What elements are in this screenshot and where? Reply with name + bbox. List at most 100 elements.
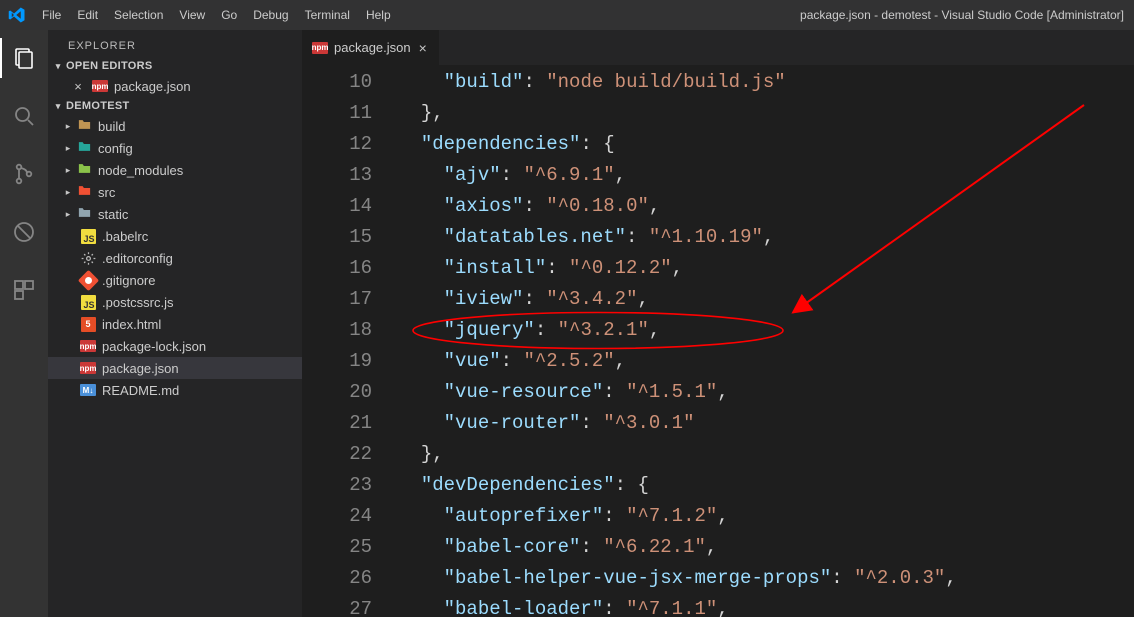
menu-selection[interactable]: Selection <box>106 8 171 22</box>
search-icon[interactable] <box>0 96 48 136</box>
source-control-icon[interactable] <box>0 154 48 194</box>
extensions-icon[interactable] <box>0 270 48 310</box>
line-number: 15 <box>302 222 372 253</box>
folder-header[interactable]: ▾ DEMOTEST <box>48 98 302 114</box>
menu-help[interactable]: Help <box>358 8 399 22</box>
git-icon <box>80 272 96 288</box>
line-number: 19 <box>302 346 372 377</box>
file-item[interactable]: .editorconfig <box>48 247 302 269</box>
file-label: package.json <box>114 79 191 94</box>
chevron-right-icon[interactable]: ▸ <box>62 209 74 220</box>
chevron-down-icon: ▾ <box>52 101 64 112</box>
file-label: README.md <box>102 383 179 398</box>
html-icon: 5 <box>80 316 96 332</box>
file-item[interactable]: npmpackage.json <box>48 357 302 379</box>
code-line[interactable]: "ajv": "^6.9.1", <box>398 160 1134 191</box>
close-icon[interactable]: × <box>417 40 429 56</box>
file-label: .gitignore <box>102 273 155 288</box>
folder-tree: ▸ build ▸ config ▸ node_modules ▸ src ▸static JS.… <box>48 114 302 402</box>
folder-item[interactable]: ▸ src <box>48 181 302 203</box>
file-item[interactable]: M↓ README.md <box>48 379 302 401</box>
folder-item[interactable]: ▸ node_modules <box>48 159 302 181</box>
open-editors-header[interactable]: ▾ OPEN EDITORS <box>48 58 302 74</box>
code-line[interactable]: "vue": "^2.5.2", <box>398 346 1134 377</box>
code-line[interactable]: }, <box>398 98 1134 129</box>
code-line[interactable]: "build": "node build/build.js" <box>398 67 1134 98</box>
line-number: 18 <box>302 315 372 346</box>
code-line[interactable]: "vue-resource": "^1.5.1", <box>398 377 1134 408</box>
menu-view[interactable]: View <box>171 8 213 22</box>
line-number: 25 <box>302 532 372 563</box>
line-number: 24 <box>302 501 372 532</box>
folder-plain-icon <box>76 206 92 222</box>
code-line[interactable]: }, <box>398 439 1134 470</box>
menu-debug[interactable]: Debug <box>245 8 296 22</box>
line-number-gutter: 101112131415161718192021222324252627 <box>302 65 398 617</box>
code-line[interactable]: "babel-helper-vue-jsx-merge-props": "^2.… <box>398 563 1134 594</box>
file-item[interactable]: JS.postcssrc.js <box>48 291 302 313</box>
code-line[interactable]: "devDependencies": { <box>398 470 1134 501</box>
line-number: 27 <box>302 594 372 617</box>
folder-item[interactable]: ▸ build <box>48 115 302 137</box>
folder-item[interactable]: ▸ config <box>48 137 302 159</box>
activity-bar <box>0 30 48 617</box>
npm-icon: npm <box>312 40 328 56</box>
code-line[interactable]: "jquery": "^3.2.1", <box>398 315 1134 346</box>
code-line[interactable]: "datatables.net": "^1.10.19", <box>398 222 1134 253</box>
window-title: package.json - demotest - Visual Studio … <box>800 8 1134 22</box>
line-number: 23 <box>302 470 372 501</box>
sidebar-title: EXPLORER <box>48 30 302 58</box>
file-item[interactable]: .gitignore <box>48 269 302 291</box>
line-number: 11 <box>302 98 372 129</box>
menu-file[interactable]: File <box>34 8 69 22</box>
js-icon: JS <box>80 228 96 244</box>
file-label: config <box>98 141 133 156</box>
code-line[interactable]: "babel-core": "^6.22.1", <box>398 532 1134 563</box>
menu-terminal[interactable]: Terminal <box>297 8 358 22</box>
menu-go[interactable]: Go <box>213 8 245 22</box>
code-line[interactable]: "autoprefixer": "^7.1.2", <box>398 501 1134 532</box>
chevron-right-icon[interactable]: ▸ <box>62 187 74 198</box>
line-number: 13 <box>302 160 372 191</box>
folder-vue-icon <box>76 184 92 200</box>
code-line[interactable]: "babel-loader": "^7.1.1", <box>398 594 1134 617</box>
npm-icon: npm <box>80 338 96 354</box>
file-label: build <box>98 119 125 134</box>
chevron-right-icon[interactable]: ▸ <box>62 165 74 176</box>
file-label: .babelrc <box>102 229 148 244</box>
js-icon: JS <box>80 294 96 310</box>
chevron-right-icon[interactable]: ▸ <box>62 143 74 154</box>
debug-icon[interactable] <box>0 212 48 252</box>
menu-edit[interactable]: Edit <box>69 8 106 22</box>
line-number: 10 <box>302 67 372 98</box>
line-number: 22 <box>302 439 372 470</box>
chevron-right-icon[interactable]: ▸ <box>62 121 74 132</box>
explorer-icon[interactable] <box>0 38 48 78</box>
file-label: src <box>98 185 115 200</box>
tab-label: package.json <box>334 40 411 55</box>
editor-body[interactable]: 101112131415161718192021222324252627 "bu… <box>302 65 1134 617</box>
code-line[interactable]: "vue-router": "^3.0.1" <box>398 408 1134 439</box>
file-label: index.html <box>102 317 161 332</box>
open-editor-item[interactable]: ×npmpackage.json <box>48 75 302 97</box>
file-item[interactable]: npmpackage-lock.json <box>48 335 302 357</box>
close-icon[interactable]: × <box>70 79 86 94</box>
code-line[interactable]: "iview": "^3.4.2", <box>398 284 1134 315</box>
sidebar: EXPLORER ▾ OPEN EDITORS ×npmpackage.json… <box>48 30 302 617</box>
line-number: 12 <box>302 129 372 160</box>
file-label: node_modules <box>98 163 183 178</box>
md-icon: M↓ <box>80 382 96 398</box>
code-content[interactable]: "build": "node build/build.js" }, "depen… <box>398 65 1134 617</box>
tab-package-json[interactable]: npm package.json × <box>302 30 440 65</box>
code-line[interactable]: "axios": "^0.18.0", <box>398 191 1134 222</box>
file-item[interactable]: JS .babelrc <box>48 225 302 247</box>
menu-bar: FileEditSelectionViewGoDebugTerminalHelp <box>34 8 399 22</box>
title-bar: FileEditSelectionViewGoDebugTerminalHelp… <box>0 0 1134 30</box>
line-number: 20 <box>302 377 372 408</box>
folder-green-icon <box>76 162 92 178</box>
folder-item[interactable]: ▸static <box>48 203 302 225</box>
code-line[interactable]: "dependencies": { <box>398 129 1134 160</box>
code-line[interactable]: "install": "^0.12.2", <box>398 253 1134 284</box>
file-item[interactable]: 5 index.html <box>48 313 302 335</box>
line-number: 21 <box>302 408 372 439</box>
